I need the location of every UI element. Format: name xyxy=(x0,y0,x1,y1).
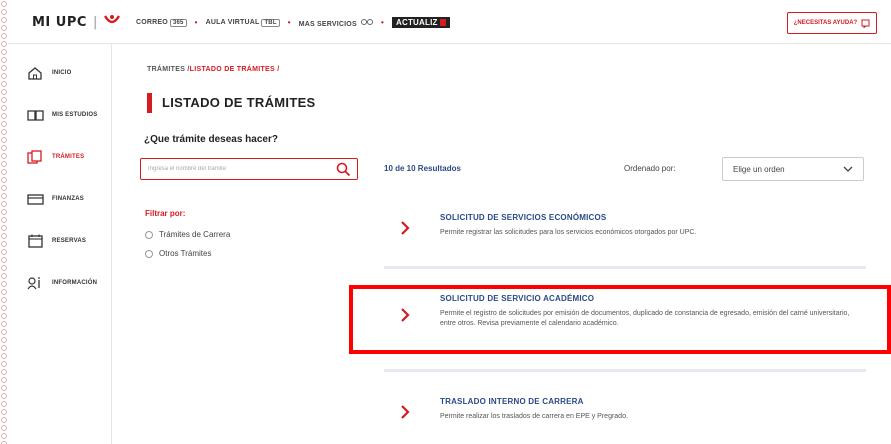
outlook-icon: 365 xyxy=(169,18,187,27)
nav-aula-label: AULA VIRTUAL xyxy=(205,18,260,26)
sidebar-item-label: INICIO xyxy=(52,70,72,76)
blackboard-icon: TBL xyxy=(261,18,280,27)
page-title: LISTADO DE TRÁMITES xyxy=(147,93,316,113)
sidebar-item-label: RESERVAS xyxy=(52,238,87,244)
sidebar-item-informacion[interactable]: INFORMACIÓN xyxy=(8,270,111,296)
tramite-title[interactable]: TRASLADO INTERNO DE CARRERA xyxy=(440,397,584,406)
info-icon xyxy=(26,276,44,290)
services-icon xyxy=(360,18,373,25)
order-selected-value: Elige un orden xyxy=(733,164,785,174)
sidebar-item-tramites[interactable]: TRÁMITES xyxy=(8,144,111,170)
decorative-border xyxy=(0,0,8,444)
nav-aula-virtual[interactable]: AULA VIRTUAL TBL xyxy=(205,18,280,27)
breadcrumb-current[interactable]: LISTADO DE TRÁMITES / xyxy=(190,66,280,73)
logo[interactable]: MI UPC | xyxy=(32,14,120,30)
sidebar: INICIO MIS ESTUDIOS TRÁMITES FINANZAS RE… xyxy=(8,44,112,444)
tramite-description: Permite registrar las solicitudes para l… xyxy=(440,229,697,236)
sidebar-item-label: INFORMACIÓN xyxy=(52,280,98,286)
nav-dot: • xyxy=(194,18,198,27)
help-button[interactable]: ¿NECESITAS AYUDA? xyxy=(787,12,877,34)
sidebar-item-finanzas[interactable]: FINANZAS xyxy=(8,186,111,212)
sidebar-item-mis-estudios[interactable]: MIS ESTUDIOS xyxy=(8,102,111,128)
results-count: 10 de 10 Resultados xyxy=(384,164,461,173)
breadcrumb: TRÁMITES /LISTADO DE TRÁMITES / xyxy=(147,66,279,73)
calendar-icon xyxy=(26,234,44,248)
top-header: MI UPC | CORREO 365 • AULA VIRTUAL TBL • M… xyxy=(8,0,891,44)
wallet-icon xyxy=(26,192,44,206)
nav-dot: • xyxy=(287,18,291,27)
chevron-down-icon xyxy=(843,166,853,172)
sidebar-item-label: FINANZAS xyxy=(52,196,84,202)
tramite-description: Permite realizar los traslados de carrer… xyxy=(440,413,628,420)
breadcrumb-root[interactable]: TRÁMITES / xyxy=(147,66,190,73)
chevron-right-icon xyxy=(401,221,410,235)
sidebar-item-reservas[interactable]: RESERVAS xyxy=(8,228,111,254)
chat-icon xyxy=(861,19,870,28)
order-select[interactable]: Elige un orden xyxy=(722,157,864,181)
filter-option-otros-tramites[interactable]: Otros Trámites xyxy=(145,249,211,258)
search-field xyxy=(140,158,358,180)
book-icon xyxy=(26,108,44,122)
search-icon[interactable] xyxy=(336,162,351,177)
top-nav: CORREO 365 • AULA VIRTUAL TBL • MAS SERVIC… xyxy=(136,17,450,28)
sidebar-item-inicio[interactable]: INICIO xyxy=(8,60,111,86)
help-button-label: ¿NECESITAS AYUDA? xyxy=(793,20,858,26)
radio-button[interactable] xyxy=(145,230,153,239)
logo-separator: | xyxy=(92,14,98,30)
filter-option-label: Otros Trámites xyxy=(159,249,212,258)
highlight-box xyxy=(349,285,891,354)
tramite-item[interactable]: TRASLADO INTERNO DE CARRERA Permite real… xyxy=(384,397,866,431)
filter-option-tramites-carrera[interactable]: Trámites de Carrera xyxy=(145,230,230,239)
divider xyxy=(384,266,866,269)
filter-option-label: Trámites de Carrera xyxy=(159,230,231,239)
documents-icon xyxy=(26,150,44,164)
divider xyxy=(384,369,866,372)
nav-servicios-label: MAS SERVICIOS xyxy=(298,20,357,28)
chevron-right-icon xyxy=(401,405,410,419)
nav-dot: • xyxy=(380,18,384,27)
tramite-item[interactable]: SOLICITUD DE SERVICIOS ECONÓMICOS Permit… xyxy=(384,213,866,253)
upc-logo-icon xyxy=(103,14,120,30)
actualizate-icon xyxy=(439,19,446,26)
logo-text: MI UPC xyxy=(32,14,87,30)
sidebar-item-label: MIS ESTUDIOS xyxy=(52,112,98,118)
nav-correo[interactable]: CORREO 365 xyxy=(136,18,187,27)
filter-title: Filtrar por: xyxy=(145,209,186,218)
question-heading: ¿Que trámite deseas hacer? xyxy=(144,134,278,145)
radio-button[interactable] xyxy=(145,249,153,258)
nav-correo-label: CORREO xyxy=(136,18,168,26)
tramite-title[interactable]: SOLICITUD DE SERVICIOS ECONÓMICOS xyxy=(440,213,606,222)
actualizate-button[interactable]: ActUALIZ xyxy=(392,17,450,28)
home-icon xyxy=(26,66,44,80)
search-input[interactable] xyxy=(148,166,328,172)
sidebar-item-label: TRÁMITES xyxy=(52,154,85,160)
nav-mas-servicios[interactable]: MAS SERVICIOS xyxy=(299,18,373,28)
order-label: Ordenado por: xyxy=(624,164,676,173)
actualizate-label: ActUALIZ xyxy=(396,18,438,27)
